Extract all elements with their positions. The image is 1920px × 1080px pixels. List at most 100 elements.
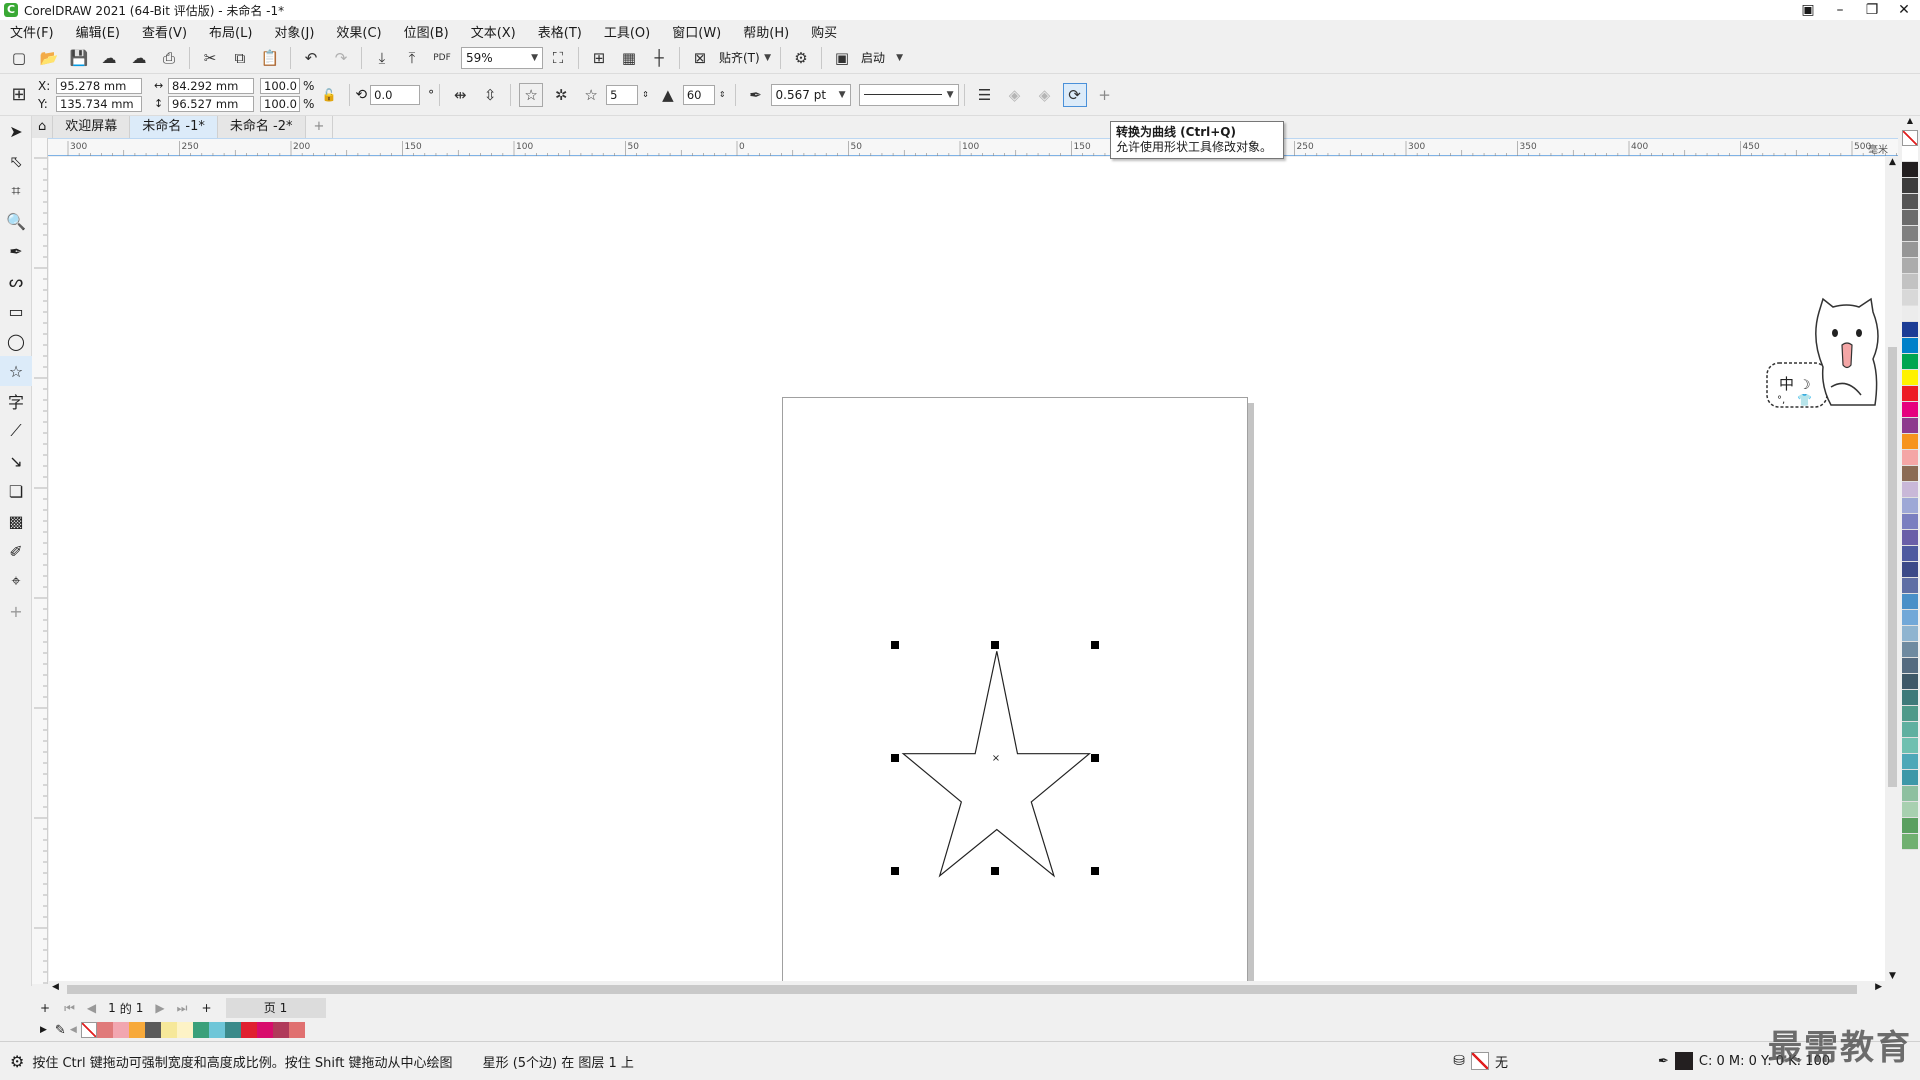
to-front-icon[interactable]: ◈ <box>1003 83 1027 107</box>
color-swatch[interactable] <box>1902 626 1918 642</box>
color-swatch[interactable] <box>1902 146 1918 162</box>
zoom-dropdown[interactable]: 59% ▼ <box>461 46 543 69</box>
color-swatch[interactable] <box>1902 722 1918 738</box>
menu-file[interactable]: 文件(F) <box>10 22 54 41</box>
star-shape[interactable]: × <box>783 398 1249 1056</box>
doc-color-swatch[interactable] <box>112 1022 129 1038</box>
menu-layout[interactable]: 布局(L) <box>209 22 252 41</box>
doc-color-swatch[interactable] <box>192 1022 209 1038</box>
mirror-horizontal-icon[interactable]: ⇹ <box>448 83 472 107</box>
scroll-right-icon[interactable]: ▶ <box>1875 982 1882 992</box>
doc-color-swatch[interactable] <box>144 1022 161 1038</box>
outline-width-dropdown[interactable]: 0.567 pt ▼ <box>770 83 851 106</box>
color-swatch[interactable] <box>1902 434 1918 450</box>
color-swatch[interactable] <box>1902 818 1918 834</box>
pdf-icon[interactable]: PDF <box>430 46 454 70</box>
add-page-after-icon[interactable]: + <box>201 1001 211 1015</box>
scroll-up-icon[interactable]: ▲ <box>1885 157 1900 167</box>
color-swatch[interactable] <box>1902 546 1918 562</box>
doc-color-swatch[interactable] <box>240 1022 257 1038</box>
star-sharpness-input[interactable]: 60 <box>682 84 715 105</box>
color-swatch[interactable] <box>1902 354 1918 370</box>
color-swatch[interactable] <box>1902 402 1918 418</box>
artistic-media-icon[interactable]: ᔕ <box>0 266 32 296</box>
sharpness-spinner-icon[interactable]: ⇕ <box>719 90 726 99</box>
palette-scroll-up-icon[interactable]: ▲ <box>1900 116 1920 130</box>
object-origin-icon[interactable]: ⊞ <box>7 83 31 107</box>
color-swatch[interactable] <box>1902 578 1918 594</box>
vertical-scrollbar[interactable]: ▲ ▼ <box>1885 157 1900 981</box>
menu-view[interactable]: 查看(V) <box>142 22 187 41</box>
color-swatch[interactable] <box>1902 274 1918 290</box>
color-swatch[interactable] <box>1902 210 1918 226</box>
undo-icon[interactable]: ↶ <box>299 46 323 70</box>
color-swatch[interactable] <box>1902 178 1918 194</box>
minimize-button[interactable]: – <box>1824 2 1856 18</box>
doc-color-swatch[interactable] <box>208 1022 225 1038</box>
add-icon[interactable]: + <box>1093 83 1117 107</box>
outline-color-swatch[interactable] <box>1674 1052 1693 1070</box>
crop-tool-icon[interactable]: ⌗ <box>0 176 32 206</box>
complex-star-icon[interactable]: ✲ <box>549 83 573 107</box>
rulers-icon[interactable]: ⊞ <box>587 46 611 70</box>
add-tab-button[interactable]: + <box>306 116 334 138</box>
document-page[interactable]: × <box>782 397 1248 1055</box>
previous-page-icon[interactable]: ◀ <box>87 1001 96 1015</box>
restore-button[interactable]: ❐ <box>1856 2 1888 18</box>
selection-handle-ne[interactable] <box>1091 641 1099 649</box>
next-page-icon[interactable]: ▶ <box>155 1001 164 1015</box>
ellipse-tool-icon[interactable]: ◯ <box>0 326 32 356</box>
selection-handle-e[interactable] <box>1091 754 1099 762</box>
color-swatch[interactable] <box>1902 226 1918 242</box>
selection-handle-n[interactable] <box>991 641 999 649</box>
doc-color-swatch[interactable] <box>272 1022 289 1038</box>
y-position-input[interactable]: 135.734 mm <box>56 95 142 112</box>
menu-buy[interactable]: 购买 <box>811 22 837 41</box>
star-icon[interactable]: ☆ <box>519 82 544 107</box>
import-icon[interactable]: ⤓ <box>370 46 394 70</box>
color-swatch[interactable] <box>1902 690 1918 706</box>
snap-off-icon[interactable]: ⊠ <box>688 46 712 70</box>
document-eyedropper-icon[interactable]: ✎ <box>55 1023 66 1038</box>
pen-tool-icon[interactable]: ✒ <box>0 236 32 266</box>
guidelines-icon[interactable]: ┼ <box>647 46 671 70</box>
color-swatch[interactable] <box>1902 194 1918 210</box>
tab-untitled-1[interactable]: 未命名 -1* <box>130 116 218 138</box>
palette-left-icon[interactable]: ◀ <box>70 1025 77 1035</box>
color-swatch[interactable] <box>1902 450 1918 466</box>
vertical-scroll-thumb[interactable] <box>1888 347 1897 787</box>
color-swatch[interactable] <box>1902 658 1918 674</box>
color-swatch[interactable] <box>1902 610 1918 626</box>
convert-to-curves-icon[interactable]: ⟳ <box>1062 82 1087 107</box>
drawing-canvas[interactable]: × 中 ☽ °, 👕 <box>49 157 1885 1055</box>
color-swatch[interactable] <box>1902 594 1918 610</box>
snap-to-dropdown[interactable]: 贴齐(T) ▼ <box>715 47 775 69</box>
tab-welcome-screen[interactable]: 欢迎屏幕 <box>53 116 131 138</box>
doc-color-swatch[interactable] <box>176 1022 193 1038</box>
export-icon[interactable]: ⤒ <box>400 46 424 70</box>
transparency-tool-icon[interactable]: ▩ <box>0 506 32 536</box>
x-position-input[interactable]: 95.278 mm <box>56 77 142 94</box>
menu-table[interactable]: 表格(T) <box>538 22 582 41</box>
color-swatch[interactable] <box>1902 242 1918 258</box>
cloud-upload-icon[interactable]: ☁ <box>127 46 151 70</box>
paste-icon[interactable]: 📋 <box>258 46 282 70</box>
line-style-dropdown[interactable]: ▼ <box>858 83 959 106</box>
close-button[interactable]: ✕ <box>1888 2 1920 18</box>
scale-width-input[interactable]: 100.0 <box>260 77 300 94</box>
scroll-down-icon[interactable]: ▼ <box>1885 971 1900 981</box>
color-swatch[interactable] <box>1902 754 1918 770</box>
color-swatch[interactable] <box>1902 338 1918 354</box>
print-icon[interactable]: ⎙ <box>157 46 181 70</box>
doc-color-swatch[interactable] <box>160 1022 177 1038</box>
rotation-input[interactable]: 0.0 <box>370 84 421 105</box>
add-tool-icon[interactable]: + <box>0 596 32 626</box>
mirror-vertical-icon[interactable]: ⇳ <box>478 83 502 107</box>
width-input[interactable]: 84.292 mm <box>168 77 254 94</box>
menu-window[interactable]: 窗口(W) <box>672 22 721 41</box>
status-settings-gear-icon[interactable]: ⚙ <box>10 1052 24 1071</box>
selection-handle-nw[interactable] <box>891 641 899 649</box>
selection-handle-se[interactable] <box>1091 867 1099 875</box>
cut-icon[interactable]: ✂ <box>198 46 222 70</box>
eyedropper-tool-icon[interactable]: ✐ <box>0 536 32 566</box>
